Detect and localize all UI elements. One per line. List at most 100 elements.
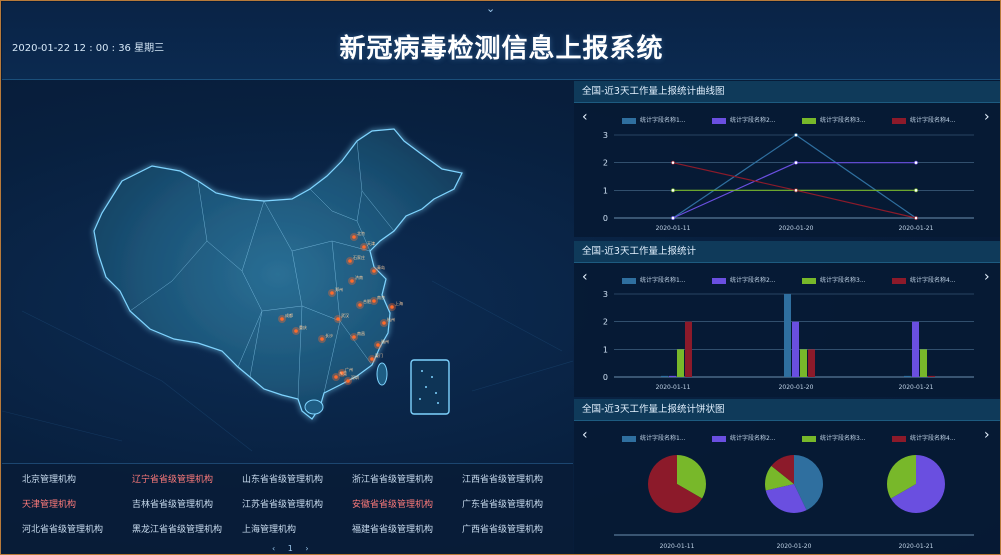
line-point bbox=[671, 216, 675, 220]
city-label: 合肥 bbox=[363, 298, 371, 304]
org-item[interactable]: 福建省省级管理机构 bbox=[352, 522, 433, 535]
org-item[interactable]: 广东省省级管理机构 bbox=[462, 497, 543, 510]
bar-chart: 0 1 2 3 2020-01-11 2020-01-20 2020-01-21 bbox=[603, 290, 974, 391]
city-label: 杭州 bbox=[387, 316, 395, 322]
x-tick-label: 2020-01-21 bbox=[899, 543, 934, 550]
line-point bbox=[914, 216, 918, 220]
page-title: 新冠病毒检测信息上报系统 bbox=[339, 34, 664, 64]
org-item[interactable]: 江西省省级管理机构 bbox=[462, 472, 543, 485]
china-map-area: 北京 天津 石家庄 济南 青岛 郑州 南京 合肥 上海 杭州 武汉 长沙 成都 重庆 南昌 福州 广州 深圳 东莞厦… bbox=[2, 81, 573, 463]
dashboard-frame: ⌄ 2020-01-22 12 : 00 : 36 星期三 新冠病毒检测信息上报… bbox=[0, 0, 1001, 555]
org-item[interactable]: 山东省省级管理机构 bbox=[242, 472, 323, 485]
city-label: 武汉 bbox=[341, 312, 349, 318]
org-item[interactable]: 黑龙江省省级管理机构 bbox=[132, 522, 222, 535]
city-label: 上海 bbox=[395, 300, 403, 306]
line-point bbox=[671, 160, 675, 165]
south-china-sea-inset bbox=[410, 359, 450, 415]
city-label: 青岛 bbox=[377, 264, 385, 270]
city-dot bbox=[280, 317, 284, 321]
city-dot bbox=[294, 329, 298, 333]
bar bbox=[669, 375, 676, 377]
line-point bbox=[794, 188, 798, 193]
bar bbox=[677, 349, 684, 377]
next-page-button[interactable]: › bbox=[305, 544, 308, 553]
chevron-down-icon[interactable]: ⌄ bbox=[486, 2, 495, 15]
org-item[interactable]: 广西省省级管理机构 bbox=[462, 522, 543, 535]
x-tick-label: 2020-01-11 bbox=[656, 225, 691, 232]
org-item[interactable]: 吉林省省级管理机构 bbox=[132, 497, 213, 510]
org-item[interactable]: 天津管理机构 bbox=[22, 497, 76, 510]
pie-chart: 2020-01-11 2020-01-20 2020-01-21 bbox=[614, 455, 974, 550]
bar bbox=[904, 375, 911, 377]
org-item[interactable]: 上海管理机构 bbox=[242, 522, 296, 535]
line-point bbox=[671, 188, 675, 193]
city-label: 长沙 bbox=[325, 332, 333, 338]
line-point bbox=[794, 133, 798, 137]
city-label: 天津 bbox=[367, 240, 375, 246]
city-dot bbox=[334, 375, 338, 379]
city-label: 郑州 bbox=[335, 286, 343, 292]
city-marker[interactable]: 上海 bbox=[388, 300, 403, 311]
header-bar: ⌄ 2020-01-22 12 : 00 : 36 星期三 新冠病毒检测信息上报… bbox=[2, 2, 1000, 80]
bar bbox=[920, 349, 927, 377]
y-tick-label: 3 bbox=[603, 290, 608, 299]
line-chart: 0 1 2 3 2020-01-11 2020-01-20 2020-01-21 bbox=[603, 131, 974, 232]
prev-page-button[interactable]: ‹ bbox=[272, 544, 275, 553]
x-tick-label: 2020-01-20 bbox=[779, 384, 814, 391]
org-list-panel: 北京管理机构 辽宁省省级管理机构 山东省省级管理机构 浙江省省级管理机构 江西省省级管理… bbox=[2, 463, 573, 554]
line-series bbox=[672, 134, 917, 219]
city-dot bbox=[320, 337, 324, 341]
bar bbox=[800, 349, 807, 377]
y-tick-label: 1 bbox=[603, 345, 608, 354]
line-point bbox=[794, 160, 798, 165]
city-dot bbox=[372, 269, 376, 273]
taiwan-island bbox=[376, 362, 388, 386]
y-tick-label: 2 bbox=[603, 159, 608, 168]
city-dot bbox=[336, 317, 340, 321]
bar bbox=[808, 349, 815, 377]
city-label: 深圳 bbox=[351, 374, 359, 380]
pie-chart-panel: 全国-近3天工作量上报统计饼状图 ‹ › 统计字段名称1... 统计字段名称2..… bbox=[574, 399, 1000, 554]
x-tick-label: 2020-01-21 bbox=[899, 225, 934, 232]
city-label: 济南 bbox=[355, 274, 363, 280]
org-item[interactable]: 北京管理机构 bbox=[22, 472, 76, 485]
org-item[interactable]: 辽宁省省级管理机构 bbox=[132, 472, 213, 485]
city-dot bbox=[362, 245, 366, 249]
city-dot bbox=[352, 235, 356, 239]
page-number[interactable]: 1 bbox=[288, 544, 293, 553]
y-tick-label: 0 bbox=[603, 214, 608, 223]
city-dot bbox=[330, 291, 334, 295]
hainan-island bbox=[304, 399, 324, 415]
city-label: 重庆 bbox=[299, 324, 307, 330]
x-tick-label: 2020-01-20 bbox=[777, 543, 812, 550]
pagination: ‹ 1 › bbox=[267, 544, 314, 553]
org-item[interactable]: 江苏省省级管理机构 bbox=[242, 497, 323, 510]
bar bbox=[912, 321, 919, 377]
bar bbox=[661, 375, 668, 377]
city-dot bbox=[390, 305, 394, 309]
org-item[interactable]: 河北省省级管理机构 bbox=[22, 522, 103, 535]
org-item[interactable]: 安徽省省级管理机构 bbox=[352, 497, 433, 510]
y-tick-label: 3 bbox=[603, 131, 608, 140]
line-point bbox=[914, 160, 918, 165]
line-chart-panel: 全国-近3天工作量上报统计曲线图 ‹ › 统计字段名称1... 统计字段名称2..… bbox=[574, 81, 1000, 237]
city-dot bbox=[376, 343, 380, 347]
city-dot bbox=[382, 321, 386, 325]
x-tick-label: 2020-01-20 bbox=[779, 225, 814, 232]
china-map[interactable]: 北京天津石家庄济南青岛郑州南京合肥 上海杭州武汉长沙成都重庆南昌福州广州深圳东莞厦… bbox=[2, 81, 573, 463]
china-mainland-shape bbox=[93, 128, 463, 420]
city-label: 成都 bbox=[285, 312, 293, 318]
city-label: 北京 bbox=[357, 230, 365, 236]
bar bbox=[784, 294, 791, 377]
city-dot bbox=[348, 259, 352, 263]
org-item[interactable]: 浙江省省级管理机构 bbox=[352, 472, 433, 485]
city-label: 福州 bbox=[381, 338, 389, 344]
x-tick-label: 2020-01-11 bbox=[656, 384, 691, 391]
city-dot bbox=[350, 279, 354, 283]
bar-chart-panel: 全国-近3天工作量上报统计 ‹ › 统计字段名称1... 统计字段名称2... 统计… bbox=[574, 241, 1000, 397]
city-dot bbox=[358, 303, 362, 307]
city-dot bbox=[370, 357, 374, 361]
city-dot bbox=[372, 299, 376, 303]
y-tick-label: 0 bbox=[603, 373, 608, 382]
x-tick-label: 2020-01-11 bbox=[660, 543, 695, 550]
